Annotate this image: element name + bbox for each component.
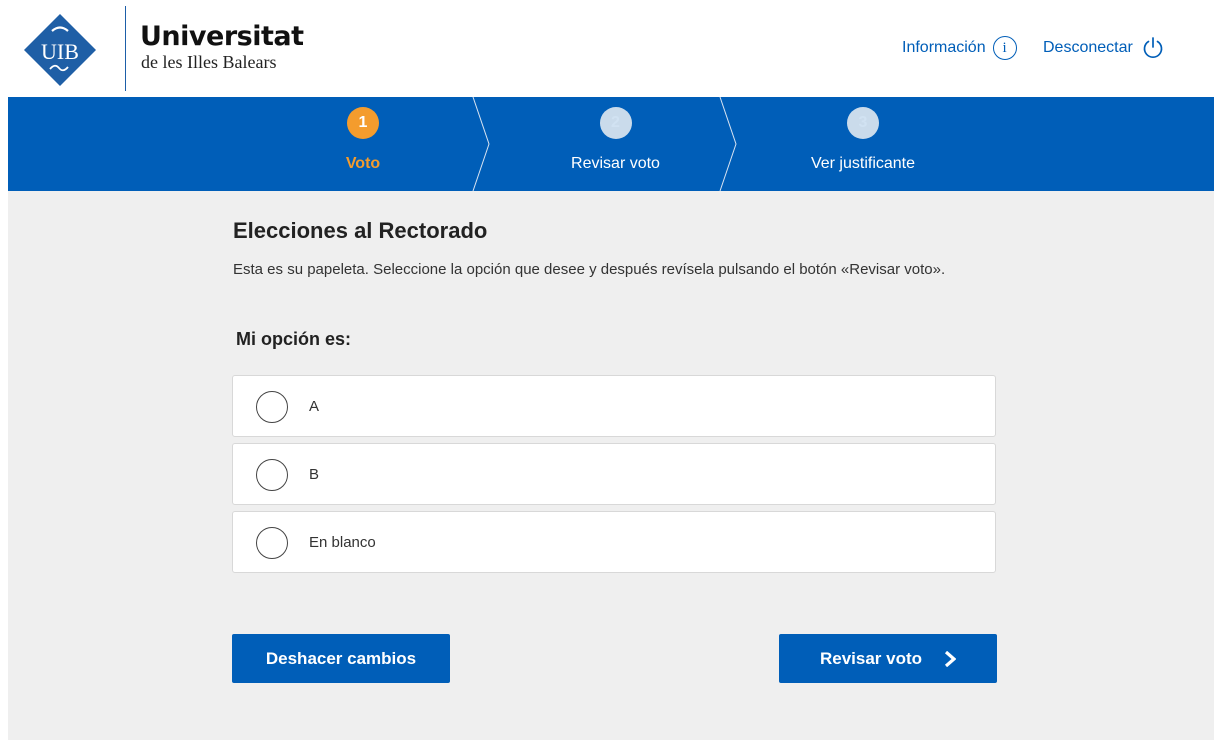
radio-button[interactable] bbox=[256, 527, 288, 559]
power-icon bbox=[1143, 37, 1163, 58]
step-separator-icon bbox=[472, 97, 490, 191]
logo-divider bbox=[125, 6, 126, 91]
page-header: UIB Universitat de les Illes Balears Inf… bbox=[0, 0, 1222, 97]
step-receipt: 3 Ver justificante bbox=[788, 97, 938, 191]
logo-text: UIB bbox=[41, 39, 79, 64]
step-number: 3 bbox=[847, 107, 879, 139]
chevron-right-icon bbox=[944, 650, 957, 667]
option-label: En blanco bbox=[309, 534, 376, 551]
undo-changes-button[interactable]: Deshacer cambios bbox=[232, 634, 450, 683]
step-label: Revisar voto bbox=[571, 155, 660, 172]
step-review: 2 Revisar voto bbox=[548, 97, 683, 191]
steps-bar: 1 Voto 2 Revisar voto 3 Ver justificante bbox=[8, 97, 1214, 191]
page-title: Elecciones al Rectorado bbox=[233, 218, 488, 243]
logo-subtitle: de les Illes Balears bbox=[141, 52, 277, 72]
option-b[interactable]: B bbox=[232, 443, 996, 505]
uib-logo-icon[interactable]: UIB bbox=[22, 12, 98, 88]
options-heading: Mi opción es: bbox=[236, 329, 352, 349]
step-label: Voto bbox=[345, 155, 381, 172]
info-link[interactable]: Información i bbox=[902, 36, 1017, 60]
review-vote-label: Revisar voto bbox=[819, 648, 923, 668]
info-link-label: Información bbox=[902, 39, 986, 56]
ballot-instructions: Esta es su papeleta. Seleccione la opció… bbox=[233, 261, 946, 278]
radio-button[interactable] bbox=[256, 459, 288, 491]
logout-link[interactable]: Desconectar bbox=[1043, 36, 1165, 60]
logout-link-label: Desconectar bbox=[1043, 39, 1133, 56]
review-vote-button[interactable]: Revisar voto bbox=[779, 634, 997, 683]
step-separator-icon bbox=[719, 97, 737, 191]
step-label: Ver justificante bbox=[810, 155, 916, 172]
option-blank[interactable]: En blanco bbox=[232, 511, 996, 573]
step-number: 1 bbox=[347, 107, 379, 139]
info-icon: i bbox=[992, 36, 1017, 60]
option-label: A bbox=[309, 398, 320, 415]
radio-button[interactable] bbox=[256, 391, 288, 423]
step-vote: 1 Voto bbox=[308, 97, 418, 191]
option-label: B bbox=[309, 466, 320, 483]
logo-title: Universitat bbox=[140, 21, 304, 52]
ballot-content: Elecciones al Rectorado Esta es su papel… bbox=[8, 191, 1214, 740]
option-a[interactable]: A bbox=[232, 375, 996, 437]
step-number: 2 bbox=[599, 107, 632, 139]
